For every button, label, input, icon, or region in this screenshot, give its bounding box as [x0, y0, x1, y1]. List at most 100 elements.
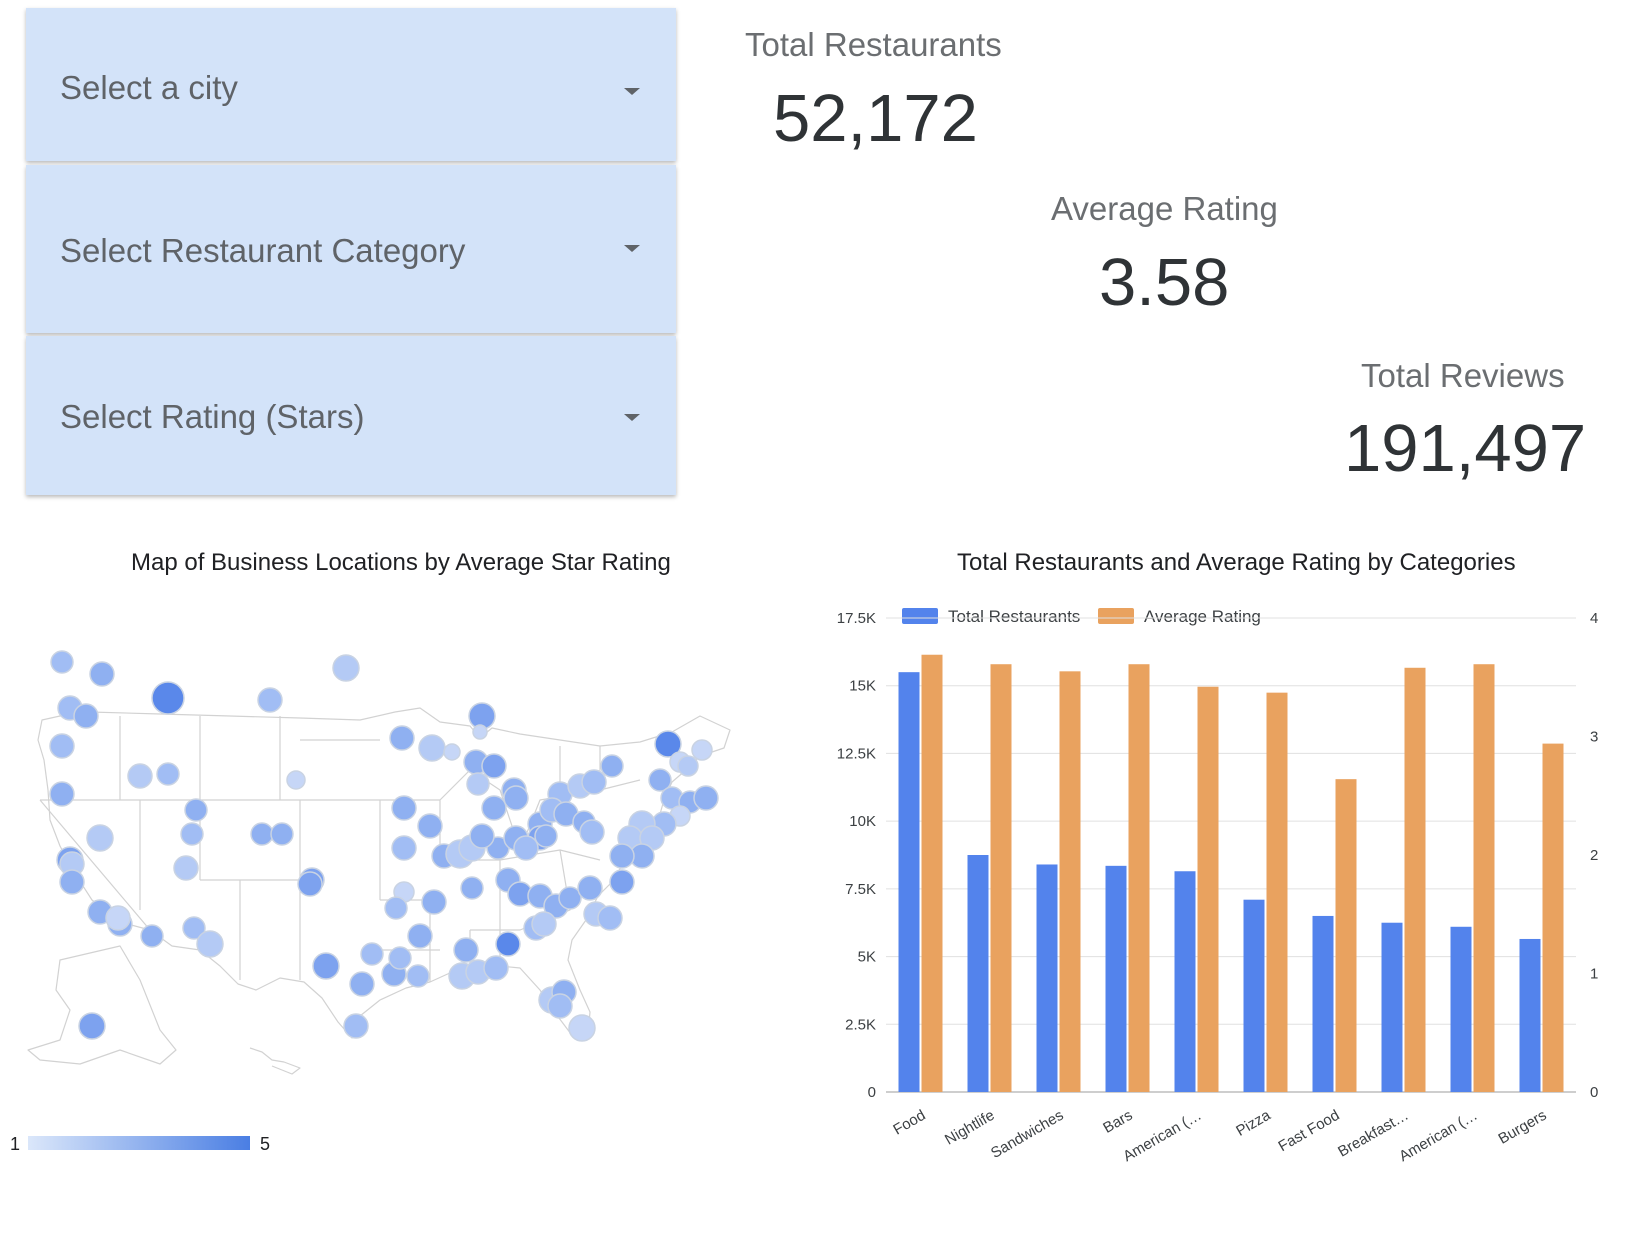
bar-total-restaurants[interactable]	[967, 855, 989, 1092]
map-point[interactable]	[407, 923, 433, 949]
map-point[interactable]	[49, 733, 75, 759]
bar-total-restaurants[interactable]	[1243, 899, 1265, 1092]
map-point[interactable]	[547, 993, 573, 1019]
map-point[interactable]	[59, 869, 85, 895]
map-point[interactable]	[270, 822, 294, 846]
map-point[interactable]	[421, 889, 447, 915]
map-point[interactable]	[534, 824, 558, 848]
x-axis-category-label: American (…	[1120, 1107, 1204, 1165]
map-point[interactable]	[691, 739, 713, 761]
map-point[interactable]	[513, 835, 539, 861]
map-point[interactable]	[250, 822, 274, 846]
map-point[interactable]	[600, 754, 624, 778]
bar-total-restaurants[interactable]	[1174, 871, 1196, 1092]
map-point[interactable]	[693, 785, 719, 811]
map-point[interactable]	[286, 770, 306, 790]
map-point[interactable]	[180, 822, 204, 846]
map-point[interactable]	[105, 905, 131, 931]
map-point[interactable]	[406, 964, 430, 988]
map-point[interactable]	[297, 871, 323, 897]
map-point[interactable]	[417, 813, 443, 839]
bar-average-rating[interactable]	[1335, 779, 1357, 1092]
map-point[interactable]	[531, 911, 557, 937]
chart-gridlines	[886, 617, 1576, 1093]
bar-total-restaurants[interactable]	[1381, 922, 1403, 1092]
right-axis-tick-label: 4	[1590, 610, 1598, 627]
map-point[interactable]	[332, 654, 360, 682]
map-point[interactable]	[460, 876, 484, 900]
bar-total-restaurants[interactable]	[1312, 915, 1334, 1092]
map-point[interactable]	[581, 769, 607, 795]
map-point[interactable]	[151, 681, 185, 715]
map-point[interactable]	[609, 843, 635, 869]
map-point[interactable]	[579, 819, 605, 845]
map-point[interactable]	[597, 905, 623, 931]
map-point[interactable]	[49, 781, 75, 807]
x-axis-category-label: Burgers	[1496, 1107, 1550, 1148]
map-point[interactable]	[472, 724, 488, 740]
map-point[interactable]	[609, 869, 635, 895]
bar-average-rating[interactable]	[921, 654, 943, 1092]
bar-average-rating[interactable]	[1404, 667, 1426, 1092]
chart-legend: Total Restaurants Average Rating	[902, 607, 1261, 626]
map-point[interactable]	[360, 942, 384, 966]
bar-total-restaurants[interactable]	[1519, 938, 1541, 1092]
map-point[interactable]	[389, 725, 415, 751]
bar-average-rating[interactable]	[1128, 664, 1150, 1092]
map-point[interactable]	[483, 955, 509, 981]
map-point[interactable]	[391, 795, 417, 821]
map-point[interactable]	[503, 785, 529, 811]
map-point[interactable]	[86, 824, 114, 852]
map-point[interactable]	[388, 946, 412, 970]
map-point[interactable]	[196, 930, 224, 958]
map-point[interactable]	[577, 875, 603, 901]
map-point[interactable]	[443, 743, 461, 761]
bar-average-rating[interactable]	[1059, 671, 1081, 1092]
map-point[interactable]	[481, 753, 507, 779]
map-point[interactable]	[127, 763, 153, 789]
map-point[interactable]	[677, 755, 699, 777]
left-axis-tick-label: 5K	[858, 949, 876, 966]
map-point[interactable]	[184, 798, 208, 822]
map-point[interactable]	[312, 952, 340, 980]
map-point[interactable]	[343, 1013, 369, 1039]
map-point[interactable]	[156, 762, 180, 786]
map-title: Map of Business Locations by Average Sta…	[131, 549, 671, 576]
bar-total-restaurants[interactable]	[898, 672, 920, 1092]
right-axis-tick-label: 2	[1590, 847, 1598, 864]
map-point[interactable]	[391, 835, 417, 861]
map-point[interactable]	[73, 703, 99, 729]
bar-total-restaurants[interactable]	[1105, 865, 1127, 1092]
bar-average-rating[interactable]	[1197, 686, 1219, 1092]
total-restaurants-label: Total Restaurants	[745, 26, 1002, 63]
left-axis-tick-label: 17.5K	[837, 610, 876, 627]
city-filter-dropdown[interactable]: Select a city	[26, 8, 676, 161]
us-business-map[interactable]	[0, 650, 800, 1170]
map-point[interactable]	[568, 1014, 596, 1042]
map-point[interactable]	[140, 924, 164, 948]
map-point[interactable]	[453, 937, 479, 963]
bar-average-rating[interactable]	[1542, 743, 1564, 1092]
map-point[interactable]	[481, 795, 507, 821]
map-point[interactable]	[50, 650, 74, 674]
bar-total-restaurants[interactable]	[1450, 926, 1472, 1092]
chevron-down-icon	[624, 245, 640, 252]
map-point[interactable]	[384, 896, 408, 920]
map-point[interactable]	[89, 661, 115, 687]
map-point[interactable]	[469, 823, 495, 849]
x-axis-category-label: Food	[890, 1107, 928, 1139]
map-point[interactable]	[466, 772, 490, 796]
x-axis-category-label: American (…	[1396, 1107, 1480, 1165]
map-point[interactable]	[418, 734, 446, 762]
map-point[interactable]	[173, 855, 199, 881]
bar-average-rating[interactable]	[1473, 664, 1495, 1092]
map-point[interactable]	[257, 687, 283, 713]
map-point[interactable]	[78, 1012, 106, 1040]
map-point[interactable]	[349, 971, 375, 997]
bar-average-rating[interactable]	[990, 664, 1012, 1092]
rating-filter-dropdown[interactable]: Select Rating (Stars)	[26, 336, 676, 495]
category-filter-dropdown[interactable]: Select Restaurant Category	[26, 165, 676, 333]
bar-average-rating[interactable]	[1266, 692, 1288, 1092]
map-point[interactable]	[495, 931, 521, 957]
bar-total-restaurants[interactable]	[1036, 864, 1058, 1092]
